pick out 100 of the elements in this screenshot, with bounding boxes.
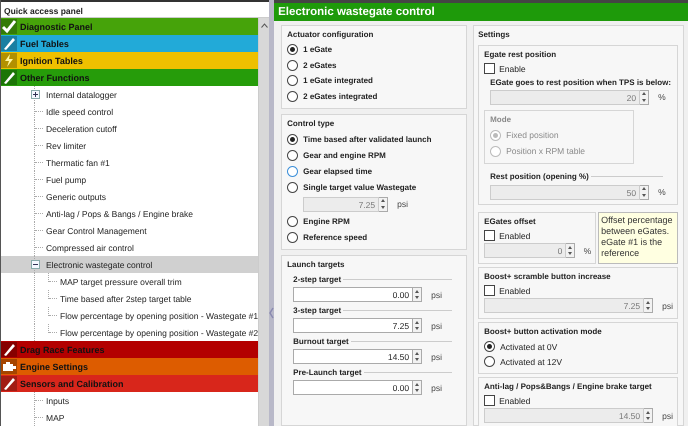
spin-button[interactable]	[640, 90, 650, 104]
category-header[interactable]: Engine Settings	[1, 358, 258, 375]
number-field[interactable]: 14.50	[293, 349, 414, 364]
number-field[interactable]: 0	[484, 243, 566, 258]
checkbox[interactable]	[484, 63, 496, 74]
radio-button[interactable]	[484, 356, 496, 367]
unit-label: %	[584, 246, 592, 256]
checkbox-label: Enabled	[499, 286, 530, 296]
radio-button[interactable]	[490, 130, 502, 140]
field-label: 2-step target	[293, 275, 342, 284]
group-title: Mode	[490, 114, 512, 126]
field-label: EGate goes to rest position when TPS is below:	[489, 77, 672, 88]
number-field[interactable]: 0.00	[293, 287, 414, 302]
radio-button[interactable]	[484, 341, 496, 352]
option-label: Fixed position	[506, 130, 559, 140]
scrollbar[interactable]	[258, 18, 270, 426]
option-label: Engine RPM	[303, 216, 350, 226]
tree-item[interactable]: Inputs	[1, 392, 258, 409]
option-label: Single target value Wastegate	[303, 182, 416, 192]
field-label: Burnout target	[293, 337, 349, 346]
number-field[interactable]: 14.50	[484, 408, 644, 423]
collapse-icon[interactable]	[31, 260, 40, 269]
expand-icon[interactable]	[31, 90, 40, 99]
checkbox[interactable]	[484, 395, 496, 406]
field-label: Pre-Launch target	[293, 368, 362, 377]
tree-item[interactable]: Anti-lag / Pops & Bangs / Engine brake	[1, 205, 258, 222]
spin-button[interactable]	[413, 318, 422, 333]
spin-button[interactable]	[640, 184, 650, 200]
tree-item[interactable]: Rev limiter	[1, 137, 258, 154]
spin-button[interactable]	[644, 298, 654, 313]
tree-item[interactable]: Flow percentage by opening position - Wastegate #1	[1, 307, 258, 324]
check-icon	[1, 19, 17, 34]
group-title: Launch targets	[287, 259, 346, 271]
category-header[interactable]: Diagnostic Panel	[1, 18, 258, 35]
tree-item[interactable]: Internal datalogger	[1, 86, 258, 103]
radio-button[interactable]	[287, 134, 298, 144]
unit-label: psi	[431, 382, 442, 392]
tree-item[interactable]: Fuel pump	[1, 171, 258, 188]
field-label: 3-step target	[293, 306, 342, 315]
spin-button[interactable]	[644, 408, 654, 423]
option-label: Gear and engine RPM	[303, 150, 386, 160]
group-title: Settings	[478, 29, 511, 41]
tree-item[interactable]: Time based after 2step target table	[1, 290, 258, 307]
radio-button[interactable]	[287, 90, 298, 102]
option-label: 1 eGate	[303, 45, 332, 54]
number-field[interactable]: 7.25	[303, 196, 380, 212]
radio-button[interactable]	[287, 60, 298, 71]
radio-button[interactable]	[287, 166, 298, 176]
radio-button[interactable]	[287, 44, 298, 56]
tree-item[interactable]: MAP target pressure overall trim	[1, 273, 258, 290]
checkbox-label: Enable	[499, 64, 526, 74]
category-header[interactable]: Fuel Tables	[1, 35, 258, 52]
tree-item[interactable]: MAP	[1, 409, 258, 426]
unit-label: psi	[397, 199, 408, 209]
checkbox-label: Enabled	[499, 396, 530, 406]
spin-button[interactable]	[379, 196, 388, 212]
option-label: Gear elapsed time	[303, 166, 372, 176]
group-title: Egate rest position	[484, 49, 558, 61]
tree-item[interactable]: Generic outputs	[1, 188, 258, 205]
hint-note: Offset percentage between eGates. eGate #1 is the reference	[598, 212, 678, 264]
group-title: Control type	[287, 118, 336, 130]
category-header[interactable]: Ignition Tables	[1, 52, 258, 69]
tree-item[interactable]: Deceleration cutoff	[1, 120, 258, 137]
radio-button[interactable]	[287, 150, 298, 160]
tree-item[interactable]: Electronic wastegate control	[1, 256, 258, 273]
number-field[interactable]: 0.00	[293, 380, 414, 395]
radio-button[interactable]	[287, 75, 298, 86]
unit-label: psi	[662, 410, 674, 420]
radio-button[interactable]	[287, 182, 298, 192]
number-field[interactable]: 7.25	[484, 298, 644, 313]
spin-button[interactable]	[413, 349, 422, 364]
option-label: Activated at 0V	[500, 342, 558, 352]
number-field[interactable]: 50	[490, 184, 640, 200]
option-label: Position x RPM table	[506, 146, 586, 156]
category-header[interactable]: Other Functions	[1, 69, 258, 86]
number-field[interactable]: 20	[490, 90, 640, 104]
option-label: Reference speed	[303, 232, 368, 242]
tree-item[interactable]: Idle speed control	[1, 103, 258, 120]
collapse-handle-icon[interactable]	[269, 306, 274, 320]
unit-label: psi	[431, 352, 442, 362]
scroll-up-icon[interactable]	[260, 23, 268, 28]
radio-button[interactable]	[287, 232, 298, 242]
checkbox[interactable]	[484, 230, 496, 241]
number-field[interactable]: 7.25	[293, 318, 414, 333]
panel-title: Quick access panel	[1, 0, 270, 18]
radio-button[interactable]	[490, 146, 502, 156]
spin-button[interactable]	[413, 287, 422, 302]
option-label: Activated at 12V	[500, 356, 562, 366]
unit-label: psi	[431, 290, 442, 300]
tree-item[interactable]: Gear Control Management	[1, 222, 258, 239]
spin-button[interactable]	[413, 380, 422, 395]
checkbox-label: Enabled	[499, 230, 530, 240]
group-title: Actuator configuration	[287, 29, 374, 41]
tree-item[interactable]: Thermatic fan #1	[1, 154, 258, 171]
category-header[interactable]: Sensors and Calibration	[1, 375, 258, 392]
option-label: Time based after validated launch	[303, 134, 432, 144]
radio-button[interactable]	[287, 216, 298, 226]
spin-button[interactable]	[566, 243, 575, 258]
checkbox[interactable]	[484, 285, 496, 296]
unit-label: psi	[662, 300, 674, 310]
